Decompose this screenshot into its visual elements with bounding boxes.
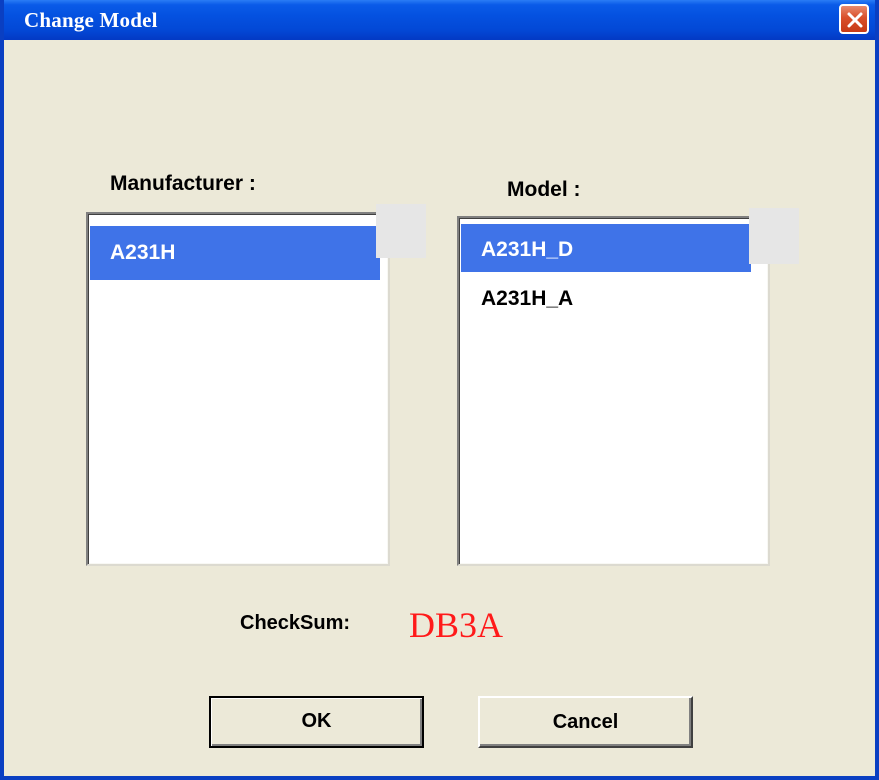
ok-button[interactable]: OK bbox=[209, 696, 424, 748]
model-listbox[interactable]: A231H_D A231H_A bbox=[457, 216, 770, 566]
close-icon bbox=[847, 12, 863, 28]
cancel-button-label: Cancel bbox=[552, 711, 619, 733]
change-model-dialog: Change Model Manufacturer : A231H Model … bbox=[0, 0, 879, 780]
manufacturer-scrollbar-stub[interactable] bbox=[376, 204, 426, 258]
manufacturer-list-item[interactable]: A231H bbox=[90, 226, 380, 280]
model-item-label: A231H_D bbox=[481, 238, 574, 261]
close-button[interactable] bbox=[839, 4, 869, 34]
model-item-label: A231H_A bbox=[481, 287, 574, 310]
model-list-item[interactable]: A231H_A bbox=[461, 274, 751, 324]
model-list-item[interactable]: A231H_D bbox=[461, 224, 751, 272]
manufacturer-label: Manufacturer : bbox=[110, 172, 256, 195]
manufacturer-item-label: A231H bbox=[110, 241, 176, 264]
title-bar[interactable]: Change Model bbox=[4, 0, 875, 40]
window-title: Change Model bbox=[24, 8, 158, 32]
manufacturer-listbox[interactable]: A231H bbox=[86, 212, 390, 566]
checksum-label: CheckSum: bbox=[240, 612, 351, 634]
checksum-value: DB3A bbox=[409, 605, 504, 645]
cancel-button[interactable]: Cancel bbox=[478, 696, 693, 748]
model-label: Model : bbox=[507, 178, 581, 201]
ok-button-label: OK bbox=[301, 710, 332, 732]
model-scrollbar-stub[interactable] bbox=[749, 208, 799, 264]
